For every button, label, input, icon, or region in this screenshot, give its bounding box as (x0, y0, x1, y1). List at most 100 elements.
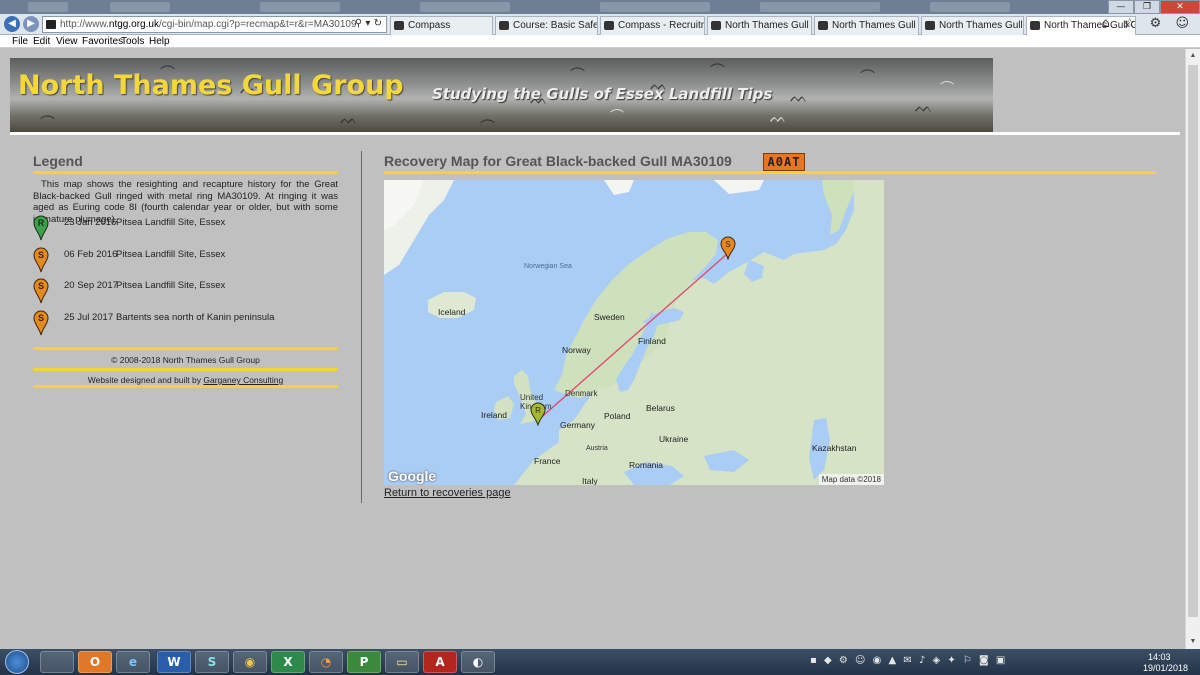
tab-course[interactable]: Course: Basic Safeguardi... (495, 16, 598, 35)
svg-text:S: S (38, 250, 44, 260)
legend-place: Bartents sea north of Kanin peninsula (116, 312, 275, 323)
background-tab-ghost (260, 2, 340, 12)
legend-date: 25 Jul 2017 (64, 312, 114, 323)
credit-link[interactable]: Garganey Consulting (203, 375, 283, 385)
background-tab-ghost (28, 2, 68, 12)
ringed-map-marker-icon[interactable]: R (530, 402, 546, 426)
site-title[interactable]: North Thames Gull Group (18, 70, 404, 101)
sighting-marker-icon: S (33, 310, 49, 336)
taskbar-word-icon[interactable]: W (157, 651, 191, 673)
svg-text:S: S (725, 240, 730, 249)
site-favicon-icon (46, 20, 56, 29)
map-label-austria: Austria (586, 445, 608, 452)
tab-ntgg-1[interactable]: North Thames Gull Grou... (707, 16, 812, 35)
map-label-ireland: Ireland (481, 410, 507, 420)
title-rule (384, 171, 1156, 174)
credit-text: Website designed and built by Garganey C… (87, 375, 284, 385)
map-canvas (384, 180, 884, 485)
menu-favorites[interactable]: Favorites (82, 36, 123, 47)
menu-edit[interactable]: Edit (33, 36, 50, 47)
map-label-poland: Poland (604, 411, 631, 421)
gull-silhouette: ⌒ (570, 66, 586, 84)
window-title-strip (0, 0, 1200, 14)
gull-silhouette: ⌒ (860, 68, 876, 86)
banner-divider (10, 132, 1180, 135)
clock-date[interactable]: 19/01/2018 (1143, 663, 1188, 673)
taskbar-explorer-icon[interactable] (40, 651, 74, 673)
tab-favicon-icon (1030, 21, 1040, 30)
minimize-button[interactable]: — (1108, 0, 1134, 14)
legend-date: 20 Sep 2017 (64, 280, 118, 291)
svg-text:S: S (38, 313, 44, 323)
windows-taskbar: O e W S ◉ X ◔ P ▭ A ◐ ▪ ◆ ⚙ ☺ ◉ ▲ ✉ ♪ ◈ … (0, 649, 1200, 675)
search-refresh-icons[interactable]: ⚲ ▾ ↻ (355, 18, 382, 29)
tab-ntgg-2[interactable]: North Thames Gull Grou... (814, 16, 919, 35)
map-label-ukraine: Ukraine (659, 434, 689, 444)
window-controls: — ❐ ✕ (1108, 0, 1200, 14)
map-label-italy: Italy (582, 476, 598, 485)
scroll-up-icon[interactable]: ▲ (1186, 49, 1200, 63)
taskbar-s-icon[interactable]: S (195, 651, 229, 673)
taskbar-app-icon[interactable]: ◐ (461, 651, 495, 673)
tab-compass-recruitment[interactable]: Compass - Recruitment ... (600, 16, 705, 35)
scrollbar-thumb[interactable] (1188, 65, 1198, 617)
back-button[interactable]: ◀ (4, 16, 20, 32)
menu-view[interactable]: View (56, 36, 78, 47)
clock-time[interactable]: 14:03 (1148, 652, 1171, 662)
footer-rule (33, 368, 338, 371)
legend-place: Pitsea Landfill Site, Essex (116, 249, 226, 260)
gull-silhouette: ⌒ (40, 114, 56, 132)
taskbar-acrobat-icon[interactable]: A (423, 651, 457, 673)
gull-silhouette: ᨓ (915, 98, 933, 116)
tab-favicon-icon (499, 21, 509, 30)
gull-silhouette: ⌒ (710, 62, 726, 80)
ringed-marker-icon: R (33, 215, 49, 241)
legend-place: Pitsea Landfill Site, Essex (116, 280, 226, 291)
taskbar-publisher-icon[interactable]: P (347, 651, 381, 673)
address-bar[interactable]: http://www.ntgg.org.uk/cgi-bin/map.cgi?p… (42, 16, 387, 33)
taskbar-excel-icon[interactable]: X (271, 651, 305, 673)
background-tab-ghost (110, 2, 170, 12)
browser-tool-icons[interactable]: ⌂ ☆ ⚙ ☺ (1101, 16, 1194, 31)
taskbar-ie-icon[interactable]: e (116, 651, 150, 673)
gull-silhouette: ᨓ (340, 110, 358, 128)
restore-button[interactable]: ❐ (1134, 0, 1160, 14)
close-window-button[interactable]: ✕ (1160, 0, 1200, 14)
menu-bar: File Edit View Favorites Tools Help (0, 35, 1200, 48)
copyright-text: © 2008-2018 North Thames Gull Group (111, 355, 260, 365)
taskbar-outlook-icon[interactable]: O (78, 651, 112, 673)
legend-date: 06 Feb 2016 (64, 249, 118, 260)
system-tray-icons[interactable]: ▪ ◆ ⚙ ☺ ◉ ▲ ✉ ♪ ◈ ✦ ⚐ ◙ ▣ (810, 655, 1007, 666)
map-label-kazakhstan: Kazakhstan (812, 443, 857, 453)
map-label-denmark: Denmark (565, 389, 598, 398)
map-label-iceland: Iceland (438, 307, 466, 317)
tab-favicon-icon (711, 21, 721, 30)
background-tab-ghost (420, 2, 510, 12)
svg-text:R: R (38, 218, 45, 228)
menu-help[interactable]: Help (149, 36, 170, 47)
sighting-map-marker-icon[interactable]: S (720, 236, 736, 260)
taskbar-chrome-icon[interactable]: ◉ (233, 651, 267, 673)
taskbar-notes-icon[interactable]: ▭ (385, 651, 419, 673)
tab-ntgg-3[interactable]: North Thames Gull Grou... (921, 16, 1024, 35)
menu-file[interactable]: File (12, 36, 28, 47)
background-tab-ghost (760, 2, 880, 12)
recovery-map[interactable]: Norwegian Sea Iceland Sweden Finland Nor… (384, 180, 884, 485)
return-to-recoveries-link[interactable]: Return to recoveries page (384, 487, 511, 499)
start-button[interactable] (5, 650, 29, 674)
tab-favicon-icon (604, 21, 614, 30)
forward-button[interactable]: ▶ (23, 16, 39, 32)
map-label-romania: Romania (629, 460, 664, 470)
menu-tools[interactable]: Tools (121, 36, 144, 47)
map-label-germany: Germany (560, 420, 595, 430)
scroll-down-icon[interactable]: ▼ (1186, 635, 1200, 649)
tab-compass[interactable]: Compass (390, 16, 493, 35)
map-attribution[interactable]: Map data ©2018 (818, 474, 884, 485)
svg-text:R: R (535, 406, 541, 415)
legend-entry: S 25 Jul 2017 Bartents sea north of Kani… (33, 310, 338, 338)
page-title: Recovery Map for Great Black-backed Gull… (384, 153, 732, 169)
background-tab-ghost (600, 2, 710, 12)
address-url: http://www.ntgg.org.uk/cgi-bin/map.cgi?p… (60, 19, 357, 30)
vertical-scrollbar[interactable]: ▲ ▼ (1185, 49, 1200, 649)
taskbar-firefox-icon[interactable]: ◔ (309, 651, 343, 673)
